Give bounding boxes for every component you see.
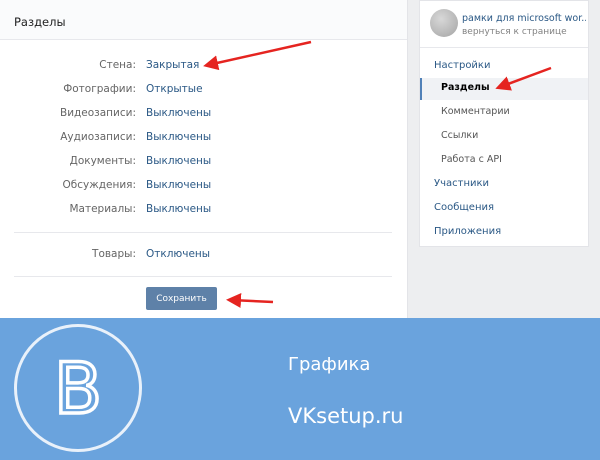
section-row-products: Товары: Отключены [0,248,408,262]
nav-item-settings[interactable]: Настройки [420,56,588,78]
nav-item-links[interactable]: Ссылки [420,126,588,148]
section-value-dropdown[interactable]: Закрытая [146,59,199,71]
section-label: Аудиозаписи: [60,131,136,143]
vk-logo-icon: B [52,346,104,432]
save-button[interactable]: Сохранить [146,287,217,310]
section-value-dropdown[interactable]: Выключены [146,203,211,215]
group-name-link[interactable]: рамки для microsoft wor... [462,13,586,24]
section-row-wall: Стена: Закрытая [0,59,408,73]
vk-logo-letter: B [54,348,102,430]
section-label: Видеозаписи: [59,107,136,119]
section-value-dropdown[interactable]: Выключены [146,155,211,167]
section-label: Товары: [92,248,136,260]
section-value-dropdown[interactable]: Отключены [146,248,210,260]
group-avatar[interactable] [430,9,458,37]
nav-item-api[interactable]: Работа с API [420,150,588,172]
right-nav-menu: рамки для microsoft wor... вернуться к с… [419,0,589,247]
section-row-discussions: Обсуждения: Выключены [0,179,408,193]
nav-item-sections[interactable]: Разделы [420,78,588,100]
section-label: Документы: [69,155,136,167]
section-row-videos: Видеозаписи: Выключены [0,107,408,121]
nav-item-comments[interactable]: Комментарии [420,102,588,124]
section-label: Материалы: [69,203,136,215]
section-value-dropdown[interactable]: Выключены [146,131,211,143]
section-row-photos: Фотографии: Открытые [0,83,408,97]
nav-item-messages[interactable]: Сообщения [420,198,588,220]
divider [14,276,392,277]
divider [14,232,392,233]
section-label: Фотографии: [63,83,136,95]
section-value-dropdown[interactable]: Выключены [146,179,211,191]
nav-item-members[interactable]: Участники [420,174,588,196]
section-value-dropdown[interactable]: Открытые [146,83,203,95]
banner-site: VKsetup.ru [288,404,404,428]
section-row-audio: Аудиозаписи: Выключены [0,131,408,145]
section-label: Стена: [99,59,136,71]
nav-item-apps[interactable]: Приложения [420,222,588,244]
section-row-documents: Документы: Выключены [0,155,408,169]
back-to-page-link[interactable]: вернуться к странице [462,27,567,37]
section-label: Обсуждения: [62,179,136,191]
sections-settings-panel: Разделы Стена: Закрытая Фотографии: Откр… [0,0,408,318]
section-row-materials: Материалы: Выключены [0,203,408,217]
page-title: Разделы [0,0,407,40]
vk-logo: B [14,324,142,452]
banner-title: Графика [288,354,371,375]
section-value-dropdown[interactable]: Выключены [146,107,211,119]
promo-banner: B Графика VKsetup.ru [0,318,600,460]
group-card[interactable]: рамки для microsoft wor... вернуться к с… [420,1,588,48]
